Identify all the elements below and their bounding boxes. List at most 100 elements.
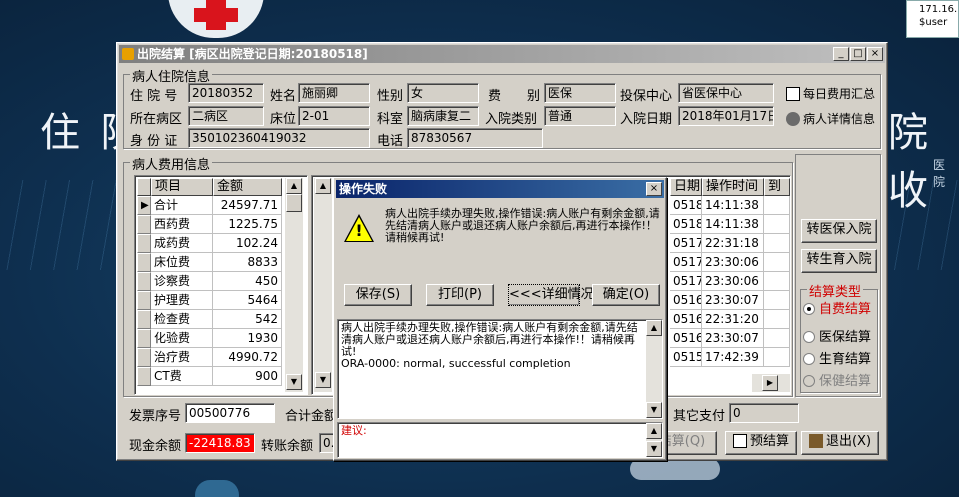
detail-extra-cell[interactable] bbox=[764, 215, 790, 234]
radio-maternity[interactable]: 生育结算 bbox=[803, 348, 871, 367]
detail-date-cell[interactable]: 0516 bbox=[670, 291, 702, 310]
column-header-extra[interactable]: 到 bbox=[764, 178, 790, 196]
detail-textbox-scroll-up[interactable]: ▲ bbox=[646, 320, 662, 336]
detail-time-cell[interactable]: 22:31:18 bbox=[702, 234, 764, 253]
fee-type-field[interactable]: 医保 bbox=[544, 83, 616, 103]
row-indicator[interactable] bbox=[137, 234, 151, 253]
fee-item-cell[interactable]: 合计 bbox=[151, 196, 213, 215]
fee-item-cell[interactable]: 化验费 bbox=[151, 329, 213, 348]
fee-amount-cell[interactable]: 542 bbox=[213, 310, 282, 329]
scroll-thumb[interactable] bbox=[286, 194, 302, 212]
daily-summary-link[interactable]: 每日费用汇总 bbox=[786, 85, 875, 102]
minimize-button[interactable]: _ bbox=[833, 47, 849, 61]
maximize-button[interactable]: □ bbox=[850, 47, 866, 61]
detail-time-cell[interactable]: 23:30:06 bbox=[702, 272, 764, 291]
detail-time-cell[interactable]: 17:42:39 bbox=[702, 348, 764, 367]
row-indicator[interactable] bbox=[137, 329, 151, 348]
fee-amount-cell[interactable]: 5464 bbox=[213, 291, 282, 310]
admit-date-field[interactable]: 2018年01月17日 bbox=[678, 106, 774, 126]
detail-extra-cell[interactable] bbox=[764, 348, 790, 367]
pre-settle-button[interactable]: 预结算 bbox=[725, 431, 797, 455]
detail-scroll-right-button[interactable]: ▶ bbox=[762, 375, 778, 391]
window-titlebar[interactable]: 出院结算 [病区出院登记日期:20180518] _ □ × bbox=[119, 45, 885, 63]
fee-summary-scrollbar[interactable]: ▲ ▼ bbox=[285, 178, 303, 392]
detail-date-cell[interactable]: 0516 bbox=[670, 310, 702, 329]
fee-amount-cell[interactable]: 24597.71 bbox=[213, 196, 282, 215]
row-indicator[interactable]: ▶ bbox=[137, 196, 151, 215]
row-indicator[interactable] bbox=[137, 253, 151, 272]
fee-item-cell[interactable]: 检查费 bbox=[151, 310, 213, 329]
insurance-center-field[interactable]: 省医保中心 bbox=[678, 83, 774, 103]
detail-time-cell[interactable]: 22:31:20 bbox=[702, 310, 764, 329]
detail-extra-cell[interactable] bbox=[764, 253, 790, 272]
details-button[interactable]: <<<详细情况 bbox=[508, 284, 594, 306]
scroll-up-button[interactable]: ▲ bbox=[286, 178, 302, 194]
fee-amount-cell[interactable]: 1930 bbox=[213, 329, 282, 348]
column-header-op-time[interactable]: 操作时间 bbox=[702, 178, 764, 196]
dept-field[interactable]: 脑病康复二 bbox=[407, 106, 479, 126]
row-indicator[interactable] bbox=[137, 348, 151, 367]
close-button[interactable]: × bbox=[867, 47, 883, 61]
other-pay-field[interactable]: 0 bbox=[729, 403, 799, 423]
fee-amount-cell[interactable]: 450 bbox=[213, 272, 282, 291]
radio-insurance[interactable]: 医保结算 bbox=[803, 326, 871, 345]
transfer-insurance-button[interactable]: 转医保入院 bbox=[801, 219, 877, 243]
fee-item-cell[interactable]: 成药费 bbox=[151, 234, 213, 253]
patient-detail-link[interactable]: 病人详情信息 bbox=[786, 110, 875, 127]
sex-field[interactable]: 女 bbox=[407, 83, 479, 103]
suggestion-scroll-down[interactable]: ▼ bbox=[646, 441, 662, 457]
suggestion-textbox[interactable]: 建议: ▲ ▼ bbox=[337, 422, 663, 458]
detail-extra-cell[interactable] bbox=[764, 310, 790, 329]
bed-field[interactable]: 2-01 bbox=[298, 106, 370, 126]
detail-date-cell[interactable]: 0518 bbox=[670, 196, 702, 215]
detail-scroll-up-button[interactable]: ▲ bbox=[315, 178, 331, 194]
row-indicator[interactable] bbox=[137, 291, 151, 310]
detail-scroll-down-button[interactable]: ▼ bbox=[315, 372, 331, 388]
id-card-field[interactable]: 350102360419032 bbox=[188, 128, 370, 148]
admit-type-field[interactable]: 普通 bbox=[544, 106, 616, 126]
fee-detail-hscroll[interactable]: ▶ bbox=[752, 374, 790, 392]
detail-time-cell[interactable]: 23:30:07 bbox=[702, 291, 764, 310]
row-indicator[interactable] bbox=[137, 367, 151, 386]
fee-amount-cell[interactable]: 1225.75 bbox=[213, 215, 282, 234]
detail-extra-cell[interactable] bbox=[764, 291, 790, 310]
detail-extra-cell[interactable] bbox=[764, 234, 790, 253]
ok-button[interactable]: 确定(O) bbox=[592, 284, 660, 306]
fee-item-cell[interactable]: 护理费 bbox=[151, 291, 213, 310]
fee-item-cell[interactable]: 治疗费 bbox=[151, 348, 213, 367]
scroll-down-button[interactable]: ▼ bbox=[286, 374, 302, 390]
error-detail-textbox[interactable]: 病人出院手续办理失败,操作错误:病人账户有剩余金额,请先结清病人账户或退还病人账… bbox=[337, 319, 663, 419]
detail-textbox-scroll-down[interactable]: ▼ bbox=[646, 402, 662, 418]
ward-field[interactable]: 二病区 bbox=[188, 106, 264, 126]
detail-extra-cell[interactable] bbox=[764, 272, 790, 291]
row-indicator[interactable] bbox=[137, 310, 151, 329]
fee-item-cell[interactable]: 诊察费 bbox=[151, 272, 213, 291]
detail-date-cell[interactable]: 0518 bbox=[670, 215, 702, 234]
print-button[interactable]: 打印(P) bbox=[426, 284, 494, 306]
detail-extra-cell[interactable] bbox=[764, 329, 790, 348]
exit-button[interactable]: 退出(X) bbox=[801, 431, 879, 455]
detail-date-cell[interactable]: 0517 bbox=[670, 272, 702, 291]
column-header-item[interactable]: 项目 bbox=[151, 178, 213, 196]
detail-extra-cell[interactable] bbox=[764, 196, 790, 215]
row-indicator[interactable] bbox=[137, 215, 151, 234]
suggestion-scroll-up[interactable]: ▲ bbox=[646, 423, 662, 439]
column-header-date[interactable]: 日期 bbox=[670, 178, 702, 196]
detail-date-cell[interactable]: 0515 bbox=[670, 348, 702, 367]
detail-time-cell[interactable]: 23:30:07 bbox=[702, 329, 764, 348]
dialog-titlebar[interactable]: 操作失败 × bbox=[336, 180, 664, 198]
cash-balance-field[interactable]: -22418.83 bbox=[185, 433, 255, 453]
inpatient-no-field[interactable]: 20180352 bbox=[188, 83, 264, 103]
phone-field[interactable]: 87830567 bbox=[407, 128, 543, 148]
detail-date-cell[interactable]: 0516 bbox=[670, 329, 702, 348]
fee-item-cell[interactable]: CT费 bbox=[151, 367, 213, 386]
suggestion-scrollbar[interactable]: ▲ ▼ bbox=[646, 423, 662, 457]
dialog-close-button[interactable]: × bbox=[646, 182, 662, 196]
detail-textbox-scrollbar[interactable]: ▲ ▼ bbox=[646, 320, 662, 418]
save-button[interactable]: 保存(S) bbox=[344, 284, 412, 306]
column-header-amount[interactable]: 金额 bbox=[213, 178, 282, 196]
invoice-field[interactable]: 00500776 bbox=[185, 403, 275, 423]
fee-item-cell[interactable]: 床位费 bbox=[151, 253, 213, 272]
detail-time-cell[interactable]: 14:11:38 bbox=[702, 215, 764, 234]
fee-item-cell[interactable]: 西药费 bbox=[151, 215, 213, 234]
